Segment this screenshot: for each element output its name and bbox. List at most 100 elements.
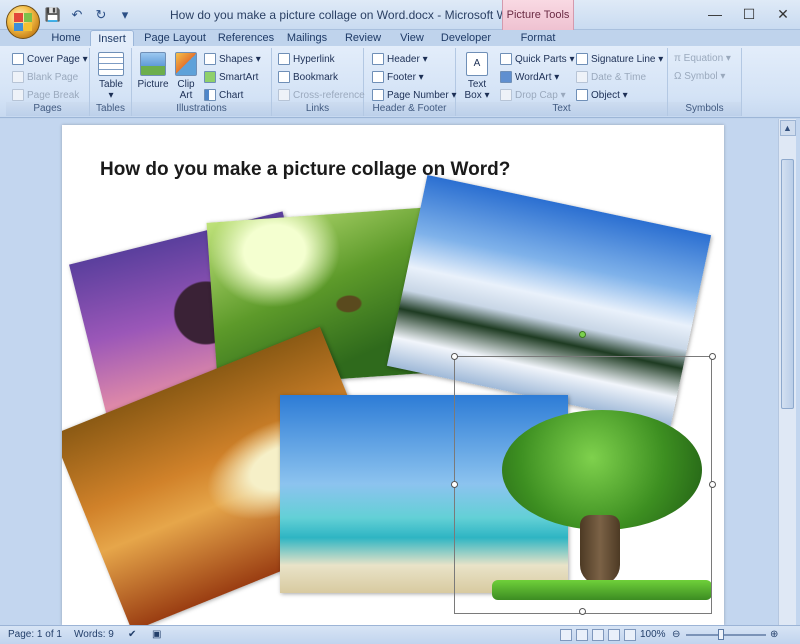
zoom-out-icon[interactable]: ⊖ xyxy=(672,629,680,640)
web-layout-view-icon[interactable] xyxy=(592,629,604,641)
signature-line-button[interactable]: Signature Line ▾ xyxy=(576,53,663,65)
text-box-label-2: Box ▾ xyxy=(464,90,490,101)
undo-icon[interactable]: ↶ xyxy=(68,6,86,24)
date-time-label: Date & Time xyxy=(591,71,647,83)
picture-button[interactable]: Picture xyxy=(136,52,170,90)
wordart-icon xyxy=(500,71,512,83)
zoom-level[interactable]: 100% xyxy=(640,629,666,640)
customize-icon[interactable]: ▾ xyxy=(116,6,134,24)
save-icon[interactable]: 💾 xyxy=(44,6,62,24)
tab-format[interactable]: Format xyxy=(506,30,570,46)
resize-handle-left[interactable] xyxy=(451,481,458,488)
minimize-button[interactable]: — xyxy=(698,0,732,28)
office-button[interactable] xyxy=(6,5,40,39)
scroll-up-icon[interactable]: ▲ xyxy=(779,120,796,136)
zoom-in-icon[interactable]: ⊕ xyxy=(770,629,778,640)
outline-view-icon[interactable] xyxy=(608,629,620,641)
maximize-button[interactable]: ☐ xyxy=(732,0,766,28)
tab-review[interactable]: Review xyxy=(338,30,388,46)
tab-view[interactable]: View xyxy=(392,30,432,46)
page-number-button[interactable]: Page Number ▾ xyxy=(372,89,457,101)
tab-developer[interactable]: Developer xyxy=(436,30,496,46)
object-button[interactable]: Object ▾ xyxy=(576,89,628,101)
footer-button[interactable]: Footer ▾ xyxy=(372,71,424,83)
tab-references[interactable]: References xyxy=(214,30,278,46)
tab-home[interactable]: Home xyxy=(46,30,86,46)
bookmark-label: Bookmark xyxy=(293,71,339,83)
macro-record-icon[interactable]: ▣ xyxy=(152,629,161,640)
text-box-label-1: Text xyxy=(467,79,487,90)
page-number-label: Page Number ▾ xyxy=(387,89,457,101)
print-layout-view-icon[interactable] xyxy=(560,629,572,641)
hyperlink-button[interactable]: Hyperlink xyxy=(278,53,335,65)
document-heading[interactable]: How do you make a picture collage on Wor… xyxy=(100,159,510,181)
clip-art-button[interactable]: Clip Art xyxy=(172,52,200,101)
group-tables: Table ▾ Tables xyxy=(90,48,132,116)
word-count[interactable]: Words: 9 xyxy=(74,629,114,640)
wordart-button[interactable]: WordArt ▾ xyxy=(500,71,559,83)
object-icon xyxy=(576,89,588,101)
wordart-label: WordArt ▾ xyxy=(515,71,560,83)
tab-page-layout[interactable]: Page Layout xyxy=(140,30,210,46)
smartart-icon xyxy=(204,71,216,83)
cover-page-label: Cover Page ▾ xyxy=(27,53,88,65)
page-count[interactable]: Page: 1 of 1 xyxy=(8,629,62,640)
group-symbols: π Equation ▾ Ω Symbol ▾ Symbols xyxy=(668,48,742,116)
smartart-button[interactable]: SmartArt xyxy=(204,71,258,83)
hyperlink-icon xyxy=(278,53,290,65)
document-page[interactable]: How do you make a picture collage on Wor… xyxy=(62,125,724,625)
rotation-handle[interactable] xyxy=(579,331,586,338)
resize-handle-top-left[interactable] xyxy=(451,353,458,360)
close-button[interactable]: ✕ xyxy=(766,0,800,28)
ribbon-tabs: Home Insert Page Layout References Maili… xyxy=(0,30,800,47)
text-box-button[interactable]: A Text Box ▾ xyxy=(462,52,492,101)
resize-handle-right[interactable] xyxy=(709,481,716,488)
cross-reference-button[interactable]: Cross-reference xyxy=(278,89,365,101)
footer-icon xyxy=(372,71,384,83)
proofing-icon[interactable]: ✔ xyxy=(128,629,136,640)
table-arrow: ▾ xyxy=(108,90,114,101)
scroll-thumb[interactable] xyxy=(781,159,794,409)
tab-mailings[interactable]: Mailings xyxy=(282,30,332,46)
window-title: How do you make a picture collage on Wor… xyxy=(170,8,526,22)
page-number-icon xyxy=(372,89,384,101)
resize-handle-top-right[interactable] xyxy=(709,353,716,360)
group-label-links: Links xyxy=(272,102,363,116)
header-icon xyxy=(372,53,384,65)
table-button[interactable]: Table ▾ xyxy=(94,52,128,101)
quick-parts-icon xyxy=(500,53,512,65)
picture-label: Picture xyxy=(137,79,169,90)
chart-label: Chart xyxy=(219,89,244,101)
redo-icon[interactable]: ↻ xyxy=(92,6,110,24)
blank-page-button[interactable]: Blank Page xyxy=(12,71,78,83)
resize-handle-bottom[interactable] xyxy=(579,608,586,615)
clip-art-icon xyxy=(175,52,197,76)
group-label-illustrations: Illustrations xyxy=(132,102,271,116)
quick-parts-button[interactable]: Quick Parts ▾ xyxy=(500,53,574,65)
symbol-label: Ω Symbol ▾ xyxy=(674,71,726,82)
date-time-icon xyxy=(576,71,588,83)
drop-cap-button[interactable]: Drop Cap ▾ xyxy=(500,89,566,101)
zoom-slider[interactable] xyxy=(686,634,766,636)
page-break-button[interactable]: Page Break xyxy=(12,89,79,101)
symbol-button[interactable]: Ω Symbol ▾ xyxy=(674,71,725,82)
zoom-slider-thumb[interactable] xyxy=(718,629,724,640)
blank-page-icon xyxy=(12,71,24,83)
shapes-button[interactable]: Shapes ▾ xyxy=(204,53,261,65)
cross-reference-icon xyxy=(278,89,290,101)
text-box-icon: A xyxy=(466,52,488,76)
chart-button[interactable]: Chart xyxy=(204,89,243,101)
vertical-scrollbar[interactable]: ▲ xyxy=(778,119,796,625)
draft-view-icon[interactable] xyxy=(624,629,636,641)
group-label-tables: Tables xyxy=(90,102,131,116)
full-screen-view-icon[interactable] xyxy=(576,629,588,641)
bookmark-button[interactable]: Bookmark xyxy=(278,71,338,83)
equation-button[interactable]: π Equation ▾ xyxy=(674,53,731,64)
shapes-label: Shapes ▾ xyxy=(219,53,261,65)
title-bar: 💾 ↶ ↻ ▾ How do you make a picture collag… xyxy=(0,0,800,30)
cover-page-button[interactable]: Cover Page ▾ xyxy=(12,53,88,65)
header-button[interactable]: Header ▾ xyxy=(372,53,428,65)
tab-insert[interactable]: Insert xyxy=(90,30,134,47)
date-time-button[interactable]: Date & Time xyxy=(576,71,646,83)
selection-frame xyxy=(454,356,712,614)
